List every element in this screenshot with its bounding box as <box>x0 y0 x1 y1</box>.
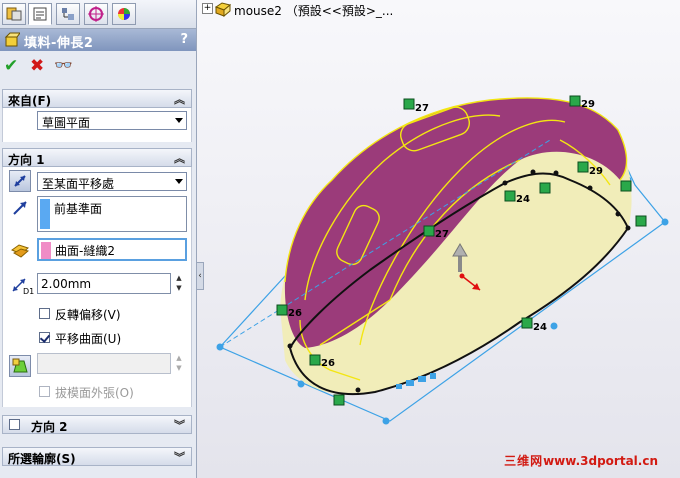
selected-contours-group-header[interactable]: 所選輪廓(S) ︾ <box>2 447 192 466</box>
dimxpert-tab[interactable] <box>84 3 108 25</box>
feature-title-bar: 填料-伸長2 ? <box>0 29 196 51</box>
part-icon <box>214 2 232 17</box>
relation-label: 29 <box>581 99 595 110</box>
end-condition-value: 至某面平移處 <box>42 177 115 191</box>
direction1-group-body: 至某面平移處 前基準面 曲面-縫織2 D1 2.00mm ▲ ▼ 反轉偏移(V) … <box>2 167 192 407</box>
direction2-group-header[interactable]: 方向 2 ︾ <box>2 415 192 434</box>
relation-label: 27 <box>435 229 449 240</box>
direction-reference-listbox[interactable]: 前基準面 <box>37 196 187 232</box>
propertymanager-tab[interactable] <box>28 3 52 25</box>
offset-face-listbox[interactable]: 曲面-縫織2 <box>37 238 187 261</box>
dimxpert-icon <box>88 6 104 22</box>
dropdown-arrow-icon <box>175 179 183 184</box>
display-manager-tab[interactable] <box>112 3 136 25</box>
expand-tree-icon[interactable]: + <box>202 3 213 14</box>
direction2-title: 方向 2 <box>31 420 68 434</box>
expand-icon[interactable]: ︾ <box>174 417 185 433</box>
direction1-group-header[interactable]: 方向 1 ︽ <box>2 148 192 167</box>
draft-outward-label: 拔模面外張(O) <box>55 386 134 400</box>
color-swatch <box>40 199 50 229</box>
display-manager-icon <box>118 8 130 20</box>
direction2-checkbox[interactable] <box>9 419 20 430</box>
part-name: mouse2 （預設<<預設>_... <box>234 4 394 18</box>
collapse-icon[interactable]: ︽ <box>174 150 185 166</box>
ok-button[interactable]: ✔ <box>4 56 18 76</box>
offset-distance-value: 2.00mm <box>41 277 92 291</box>
reverse-direction-icon <box>14 175 26 187</box>
expand-icon[interactable]: ︾ <box>174 449 185 465</box>
watermark-url: www.3dportal.cn <box>543 454 658 468</box>
from-start-condition-value: 草圖平面 <box>42 116 91 130</box>
help-button[interactable]: ? <box>180 32 188 47</box>
face-selection-icon <box>11 244 29 258</box>
direction-vector-icon <box>13 201 27 215</box>
watermark-cn: 三维网 <box>504 454 544 468</box>
relation-label: 29 <box>589 166 603 177</box>
detailed-preview-button[interactable]: 👓 <box>54 56 73 74</box>
reverse-direction-button[interactable] <box>9 170 31 192</box>
draft-outward-checkbox[interactable] <box>39 386 50 397</box>
translate-surface-label: 平移曲面(U) <box>55 332 122 346</box>
model-scene[interactable]: 27 29 29 24 27 26 26 24 <box>200 0 680 478</box>
offset-spinner[interactable]: ▲ ▼ <box>173 273 185 294</box>
manager-tabs <box>0 0 196 29</box>
configurationmanager-tab[interactable] <box>56 3 80 25</box>
from-group-header[interactable]: 來自(F) ︽ <box>2 89 192 108</box>
feature-title: 填料-伸長2 <box>24 36 94 51</box>
relation-label: 24 <box>533 322 547 333</box>
offset-distance-input[interactable]: 2.00mm <box>37 273 171 294</box>
featuremanager-icon <box>6 7 22 21</box>
configurationmanager-icon <box>62 8 74 20</box>
propertymanager-icon <box>33 7 47 21</box>
graphics-viewport[interactable]: 27 29 29 24 27 26 26 24 + mouse2 （預設<<預設… <box>200 0 680 478</box>
reverse-offset-label: 反轉偏移(V) <box>55 308 121 322</box>
draft-angle-spinner[interactable]: ▲ ▼ <box>173 353 185 374</box>
direction1-title: 方向 1 <box>8 153 45 167</box>
draft-angle-input[interactable] <box>37 353 171 374</box>
selected-contours-title: 所選輪廓(S) <box>8 452 76 466</box>
collapse-icon[interactable]: ︽ <box>174 91 185 107</box>
color-swatch <box>41 242 51 259</box>
relation-label: 26 <box>288 308 302 319</box>
dropdown-arrow-icon <box>175 118 183 123</box>
draft-toggle-button[interactable] <box>9 355 31 377</box>
draft-icon <box>12 358 28 373</box>
offset-face-value: 曲面-縫織2 <box>55 244 115 258</box>
action-bar: ✔ ✖ 👓 <box>0 53 196 81</box>
direction-reference-value: 前基準面 <box>54 202 103 216</box>
watermark: 三维网www.3dportal.cn <box>504 452 658 469</box>
dimension-label: D1 <box>23 287 35 296</box>
end-condition-select[interactable]: 至某面平移處 <box>37 172 187 191</box>
reverse-offset-checkbox[interactable] <box>39 308 50 319</box>
from-start-condition-select[interactable]: 草圖平面 <box>37 111 187 130</box>
property-manager-panel: 填料-伸長2 ? ✔ ✖ 👓 來自(F) ︽ 草圖平面 方向 1 ︽ 至某面平移… <box>0 0 197 478</box>
relation-label: 26 <box>321 358 335 369</box>
from-group-body: 草圖平面 <box>2 108 192 142</box>
boss-extrude-icon <box>4 32 20 47</box>
relation-label: 24 <box>516 194 530 205</box>
cancel-button[interactable]: ✖ <box>30 56 44 76</box>
translate-surface-checkbox[interactable] <box>39 332 50 343</box>
from-group-title: 來自(F) <box>8 94 52 108</box>
relation-label: 27 <box>415 103 429 114</box>
featuremanager-tab[interactable] <box>2 3 26 25</box>
